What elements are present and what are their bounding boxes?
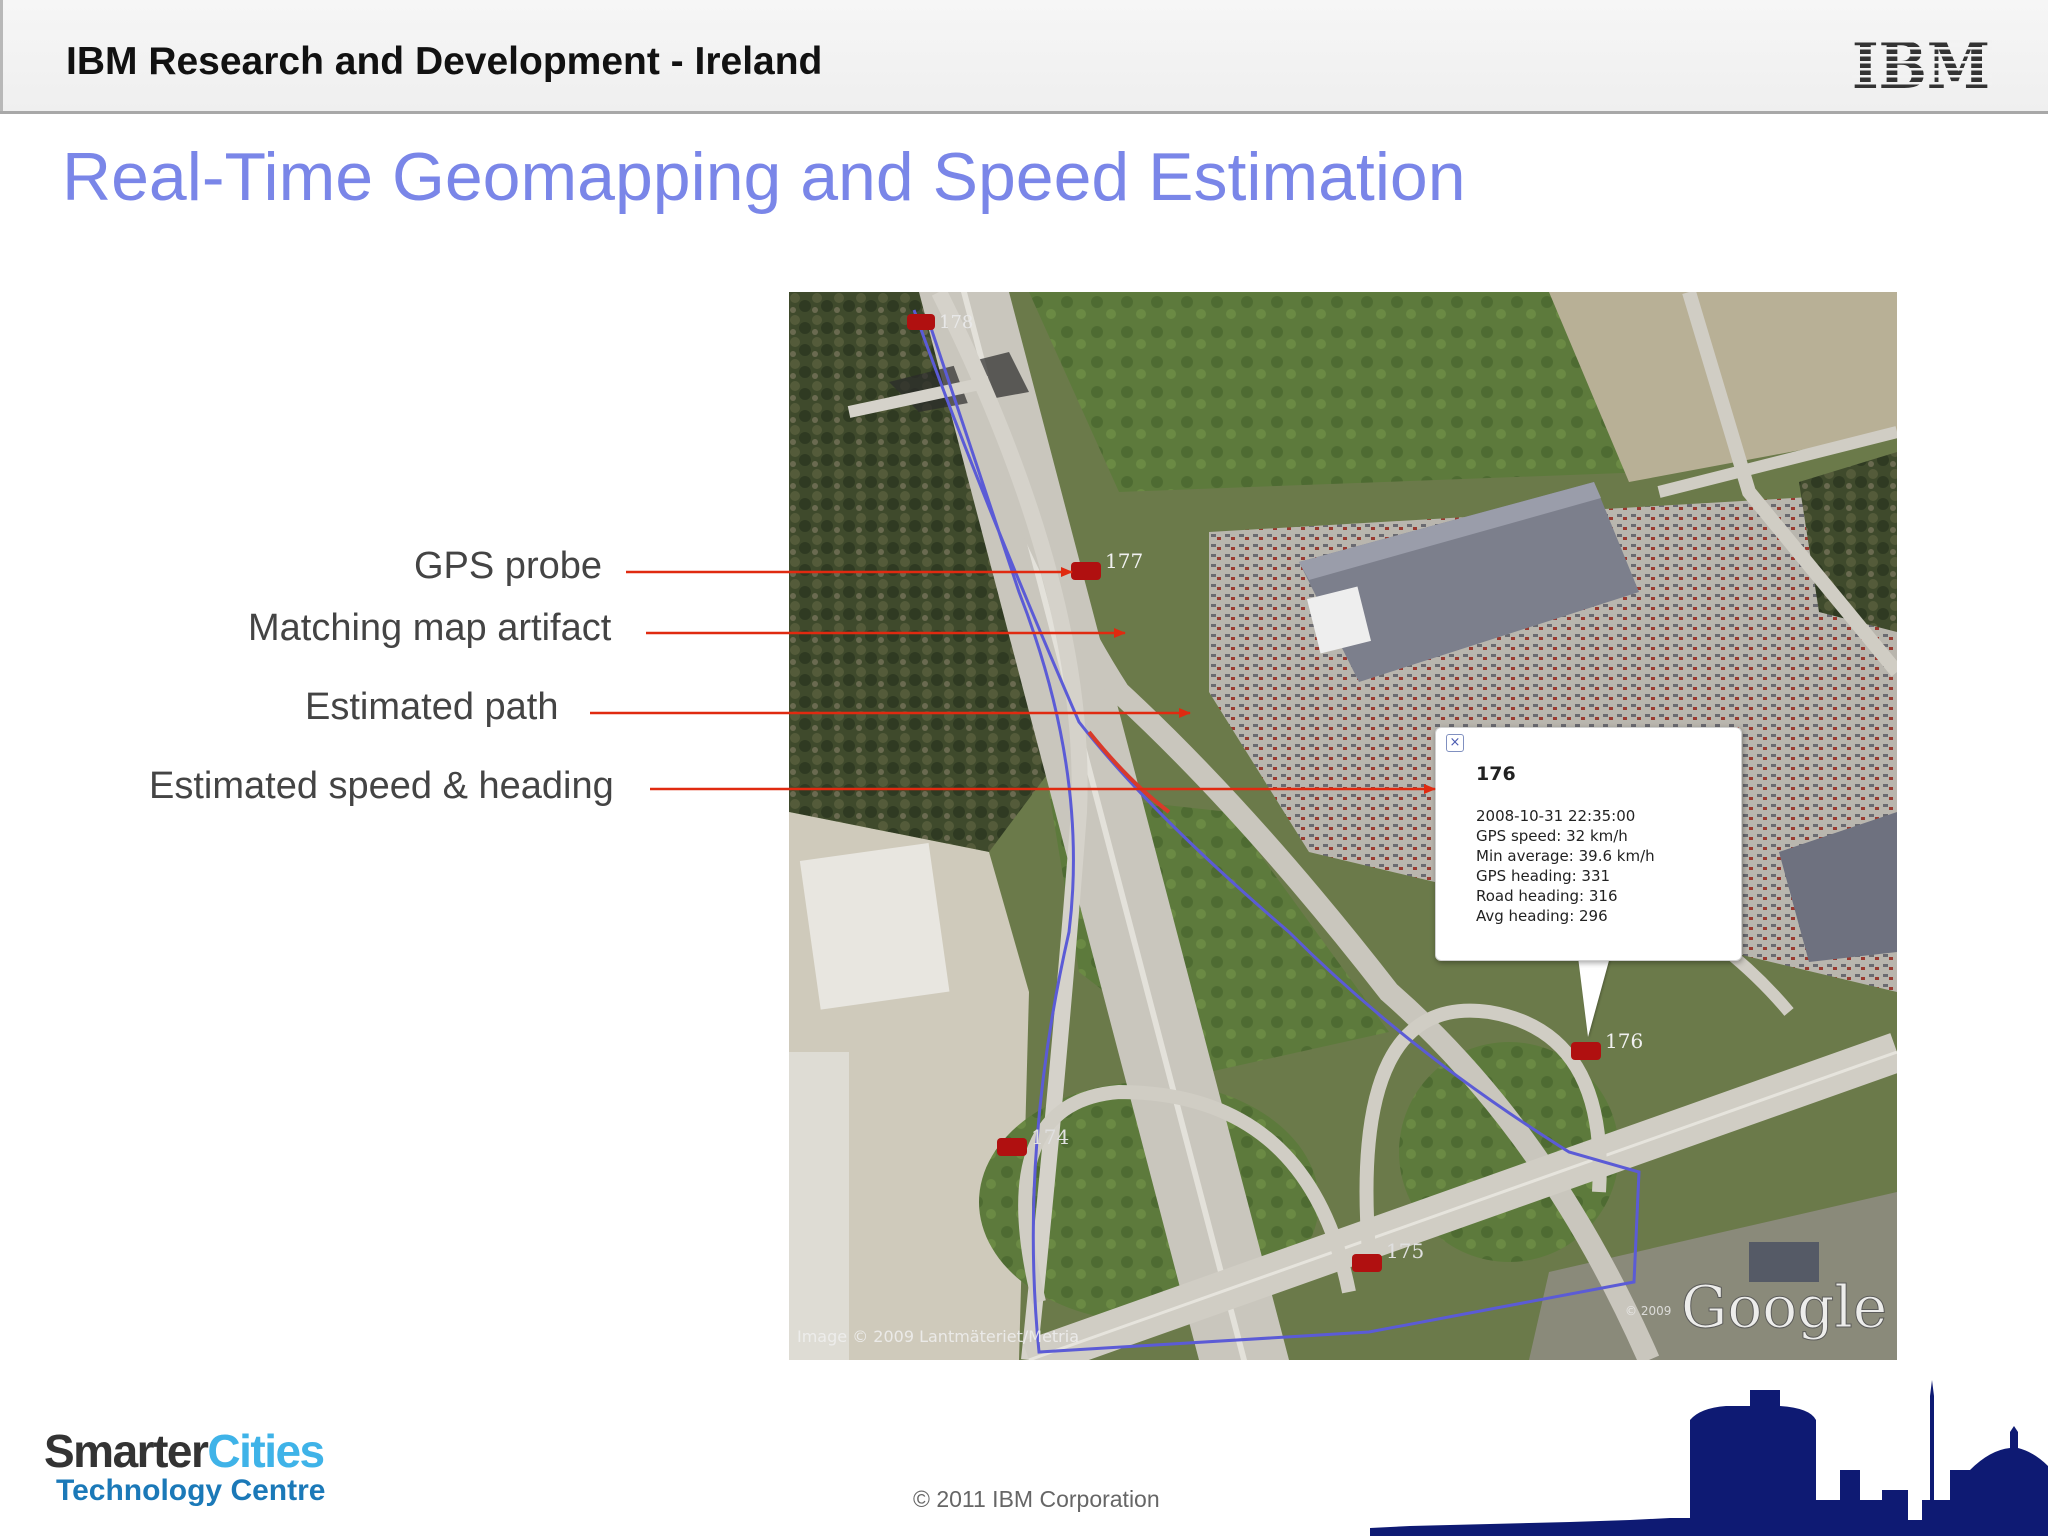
label-matching-map-artifact: Matching map artifact — [248, 607, 612, 649]
popup-gps-speed: GPS speed: 32 km/h — [1476, 827, 1628, 845]
smarter-cities-logo: SmarterCities Technology Centre — [44, 1428, 325, 1508]
popup-details: 2008-10-31 22:35:00 GPS speed: 32 km/h M… — [1476, 806, 1655, 926]
slide-title: Real-Time Geomapping and Speed Estimatio… — [62, 139, 1466, 215]
vehicle-marker-178[interactable]: 178 — [907, 312, 973, 333]
dublin-skyline — [1370, 1380, 2048, 1536]
header-title: IBM Research and Development - Ireland — [66, 40, 823, 83]
imagery-credit: Image © 2009 Lantmäteriet/Metria — [797, 1327, 1079, 1346]
popup-min-average: Min average: 39.6 km/h — [1476, 847, 1655, 865]
vehicle-label-177: 177 — [1105, 549, 1143, 573]
vehicle-label-178: 178 — [939, 312, 973, 333]
google-year: © 2009 — [1625, 1304, 1671, 1318]
popup-avg-heading: Avg heading: 296 — [1476, 907, 1608, 925]
google-logo: Google — [1681, 1273, 1887, 1341]
popup-title: 176 — [1476, 763, 1516, 785]
popup-timestamp: 2008-10-31 22:35:00 — [1476, 807, 1636, 825]
vehicle-info-popup: × 176 2008-10-31 22:35:00 GPS speed: 32 … — [1435, 727, 1742, 961]
logo-subtitle: Technology Centre — [56, 1474, 326, 1507]
logo-smarter: Smarter — [44, 1425, 209, 1477]
popup-gps-heading: GPS heading: 331 — [1476, 867, 1611, 885]
label-estimated-speed-heading: Estimated speed & heading — [149, 765, 614, 807]
popup-road-heading: Road heading: 316 — [1476, 887, 1618, 905]
vehicle-label-174: 174 — [1031, 1125, 1069, 1149]
header-bar: IBM Research and Development - Ireland I… — [0, 0, 2048, 114]
copyright: © 2011 IBM Corporation — [913, 1486, 1160, 1512]
slide: IBM Research and Development - Ireland I… — [0, 0, 2048, 1536]
ibm-logo: IBM — [1852, 34, 1992, 94]
logo-cities: Cities — [207, 1425, 325, 1477]
vehicle-label-176: 176 — [1605, 1029, 1643, 1053]
vehicle-label-175: 175 — [1386, 1239, 1424, 1263]
popup-tail — [1578, 957, 1610, 1037]
label-gps-probe: GPS probe — [414, 545, 602, 587]
smarter-cities-wordmark: SmarterCities — [44, 1428, 325, 1474]
label-estimated-path: Estimated path — [305, 686, 559, 728]
ibm-logo-text: IBM — [1852, 34, 1990, 94]
close-icon[interactable]: × — [1446, 734, 1464, 752]
